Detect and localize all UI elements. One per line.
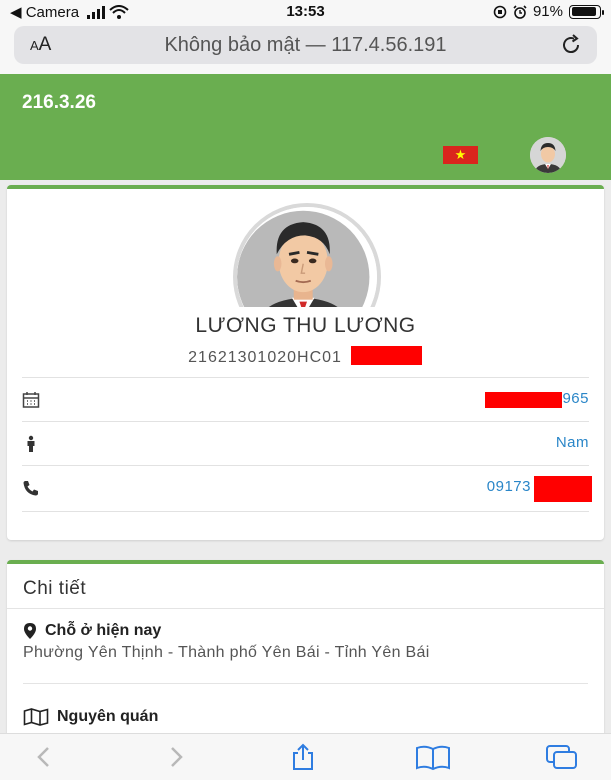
url-text[interactable]: Không bảo mật — 117.4.56.191 (14, 34, 597, 57)
gender-value: Nam (555, 434, 589, 451)
alarm-icon (513, 4, 527, 19)
map-icon (23, 708, 49, 726)
detail-divider-2 (23, 683, 588, 684)
person-icon (27, 435, 35, 452)
profile-id: 21621301020HC014 (7, 349, 604, 367)
current-address: Chỗ ở hiện nay Phường Yên Thịnh - Thành … (23, 622, 588, 662)
detail-divider (7, 608, 604, 609)
orientation-lock-icon (493, 5, 507, 18)
app-header: 216.3.26 ★ (0, 74, 611, 180)
hometown-label: Nguyên quán (57, 708, 159, 725)
detail-title: Chi tiết (23, 578, 87, 599)
birthdate-row: 965 (22, 377, 589, 421)
app-title: 216.3.26 (22, 92, 96, 113)
url-bar[interactable]: AA Không bảo mật — 117.4.56.191 (14, 26, 597, 64)
current-address-value: Phường Yên Thịnh - Thành phố Yên Bái - T… (23, 644, 430, 661)
profile-card: LƯƠNG THU LƯƠNG 21621301020HC014 965 Nam… (7, 185, 604, 540)
browser-chrome: AA Không bảo mật — 117.4.56.191 (0, 24, 611, 74)
redaction-phone (534, 476, 592, 502)
current-address-label-row: Chỗ ở hiện nay (23, 622, 588, 640)
redaction-birthdate (485, 392, 562, 408)
bookmarks-icon[interactable] (415, 742, 451, 772)
gender-row: Nam (22, 421, 589, 465)
profile-name: LƯƠNG THU LƯƠNG (195, 314, 416, 337)
battery-fill (571, 7, 597, 16)
flag-star: ★ (454, 147, 467, 162)
profile-id-prefix: 21621301020HC01 (188, 349, 342, 366)
detail-card: Chi tiết Chỗ ở hiện nay Phường Yên Thịnh… (7, 560, 604, 750)
phone-row: 09173 (22, 465, 592, 509)
reload-icon[interactable] (559, 33, 583, 57)
battery-icon (569, 4, 604, 19)
status-bar: ◀ Camera 13:53 91% (0, 0, 611, 24)
hometown: Nguyên quán (23, 708, 588, 726)
redaction-id (351, 346, 422, 365)
share-icon[interactable] (288, 742, 318, 772)
browser-toolbar (0, 733, 611, 780)
back-icon[interactable] (30, 742, 60, 772)
phone-icon (23, 481, 38, 496)
battery-percent: 91% (532, 3, 563, 20)
profile-avatar (233, 203, 381, 307)
profile-divider (22, 511, 589, 512)
map-marker-icon (24, 623, 36, 639)
forward-icon[interactable] (160, 742, 190, 772)
hometown-label-row: Nguyên quán (23, 708, 588, 726)
birthdate-value: 965 (562, 390, 589, 407)
header-avatar[interactable] (530, 137, 566, 173)
current-address-label: Chỗ ở hiện nay (45, 622, 162, 639)
vietnam-flag-icon[interactable]: ★ (443, 146, 478, 164)
phone-value[interactable]: 09173 (487, 478, 531, 495)
status-right: 91% (493, 3, 604, 20)
tabs-icon[interactable] (545, 742, 579, 772)
calendar-icon (22, 392, 40, 408)
